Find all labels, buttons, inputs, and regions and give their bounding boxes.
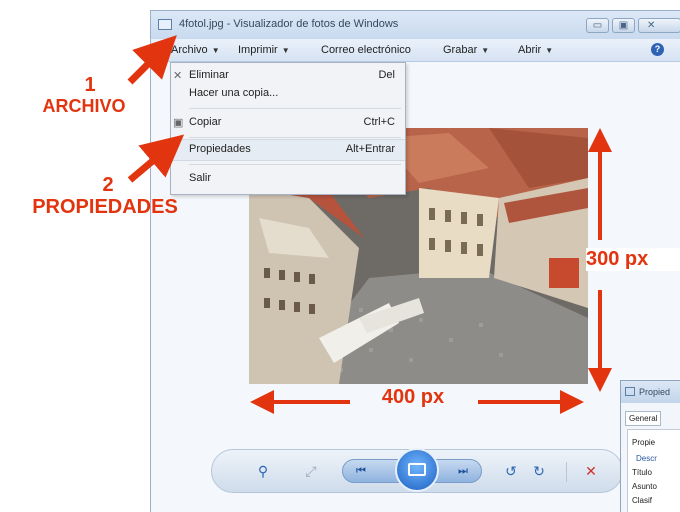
arrow-to-propiedades (127, 134, 185, 183)
arrow-to-archivo (127, 35, 177, 85)
step-1-label: ARCHIVO (42, 96, 126, 116)
step-2-label: PROPIEDADES (32, 196, 178, 218)
step-1-number: 1 (84, 74, 96, 96)
step-2-number: 2 (102, 174, 114, 196)
height-label: 300 px (586, 248, 680, 271)
width-label: 400 px (381, 386, 445, 408)
